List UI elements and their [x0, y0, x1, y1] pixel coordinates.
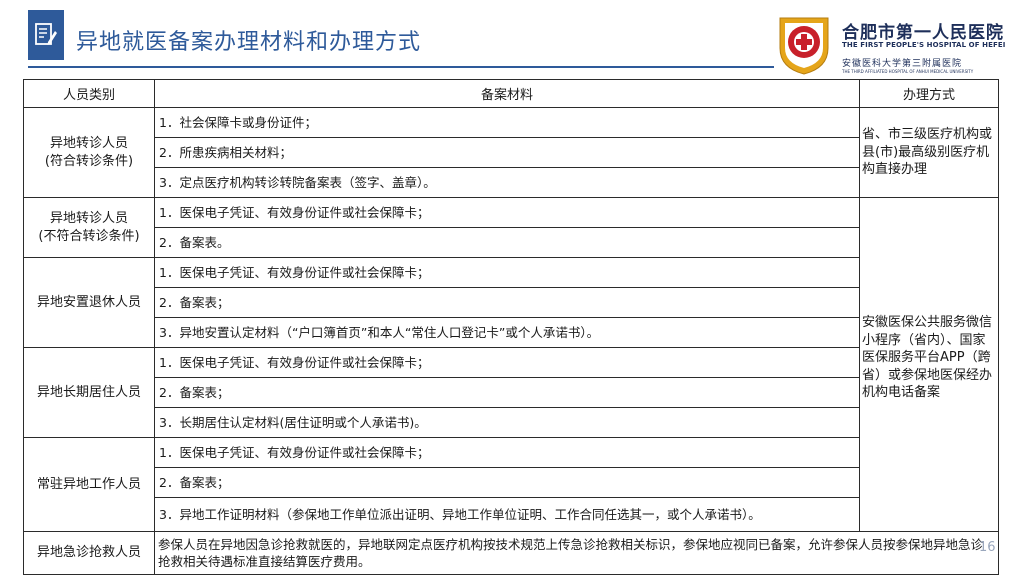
method-cell: 安徽医保公共服务微信小程序（省内）、国家医保服务平台APP（跨省）或参保地医保经…: [859, 197, 999, 532]
page-number: 16: [979, 540, 996, 555]
column-header: 备案材料: [154, 79, 860, 108]
material-cell: 1．医保电子凭证、有效身份证件或社会保障卡；: [154, 347, 860, 378]
document-edit-icon: [28, 10, 64, 60]
hospital-name-cn: 合肥市第一人民医院: [842, 23, 1004, 43]
material-cell: 2．备案表；: [154, 467, 860, 498]
table-row: 异地长期居住人员 1．医保电子凭证、有效身份证件或社会保障卡；: [23, 347, 999, 438]
hospital-sub-cn: 安徽医科大学第三附属医院: [842, 59, 963, 69]
table-row: 常驻异地工作人员 1．医保电子凭证、有效身份证件或社会保障卡；: [23, 437, 999, 532]
category-line: 常驻异地工作人员: [36, 476, 141, 492]
page-title: 异地就医备案办理材料和办理方式: [76, 30, 422, 55]
material-cell: 3．异地工作证明材料（参保地工作单位派出证明、异地工作单位证明、工作合同任选其一…: [154, 497, 860, 532]
table-row: 2．备案表；: [24, 467, 999, 498]
table-row: 2．所患疾病相关材料；: [24, 137, 999, 168]
category-cell: 异地长期居住人员: [23, 347, 155, 438]
material-cell: 2．备案表；: [154, 287, 860, 318]
table-row: 异地转诊人员 (不符合转诊条件) 1．医保电子凭证、有效身份证件或社会保障卡； …: [23, 197, 999, 532]
category-line: 异地转诊人员: [49, 210, 128, 226]
table-row: 异地急诊抢救人员 参保人员在异地因急诊抢救就医的，异地联网定点医疗机构按技术规范…: [23, 531, 999, 575]
material-cell: 1．医保电子凭证、有效身份证件或社会保障卡；: [154, 197, 860, 228]
material-cell: 2．备案表；: [154, 377, 860, 408]
material-cell: 3．长期居住认定材料(居住证明或个人承诺书)。: [154, 407, 860, 438]
table-header-row: 人员类别 备案材料 办理方式: [23, 79, 999, 108]
material-cell: 2．所患疾病相关材料；: [154, 137, 860, 168]
title-divider: [28, 66, 774, 68]
category-cell: 常驻异地工作人员: [23, 437, 155, 532]
hospital-sub-en: THE THIRD AFFILIATED HOSPITAL OF ANHUI M…: [842, 69, 974, 74]
table-row: 2．备案表；: [24, 287, 999, 318]
filing-materials-table: 人员类别 备案材料 办理方式 异地转诊人员 (符合转诊条件) 1．社会保障卡或身…: [23, 79, 999, 575]
emergency-text-cell: 参保人员在异地因急诊抢救就医的，异地联网定点医疗机构按技术规范上传急诊抢救相关标…: [154, 531, 999, 575]
table-row: 3．长期居住认定材料(居住证明或个人承诺书)。: [24, 407, 999, 438]
slide-header: 异地就医备案办理材料和办理方式 合肥市第一人民医院 THE FIRST PEOP…: [0, 0, 1020, 78]
column-header: 办理方式: [859, 79, 999, 108]
category-line: (符合转诊条件): [44, 153, 134, 169]
category-line: 异地安置退休人员: [36, 294, 141, 310]
hospital-name-en: THE FIRST PEOPLE'S HOSPITAL OF HEFEI: [842, 41, 1006, 49]
material-cell: 3．定点医疗机构转诊转院备案表（签字、盖章）。: [154, 167, 860, 198]
method-cell: 省、市三级医疗机构或县(市)最高级别医疗机构直接办理: [859, 107, 999, 198]
table-row: 3．异地工作证明材料（参保地工作单位派出证明、异地工作单位证明、工作合同任选其一…: [24, 497, 999, 532]
table-row: 3．异地安置认定材料（“户口簿首页”和本人“常住人口登记卡”或个人承诺书）。: [24, 317, 999, 348]
material-cell: 2．备案表。: [154, 227, 860, 258]
table-row: 异地安置退休人员 1．医保电子凭证、有效身份证件或社会保障卡；: [23, 257, 999, 348]
material-cell: 1．医保电子凭证、有效身份证件或社会保障卡；: [154, 437, 860, 468]
category-cell: 异地转诊人员 (不符合转诊条件): [23, 197, 155, 258]
material-cell: 1．社会保障卡或身份证件；: [154, 107, 860, 138]
category-cell: 异地安置退休人员: [23, 257, 155, 348]
category-cell: 异地转诊人员 (符合转诊条件): [23, 107, 155, 198]
table-row: 异地转诊人员 (符合转诊条件) 1．社会保障卡或身份证件； 省、市三级医疗机构或…: [23, 107, 999, 198]
material-cell: 3．异地安置认定材料（“户口簿首页”和本人“常住人口登记卡”或个人承诺书）。: [154, 317, 860, 348]
category-line: 异地转诊人员: [49, 135, 128, 151]
table-row: 2．备案表；: [24, 377, 999, 408]
table-row: 2．备案表。: [24, 227, 999, 258]
category-line: 异地长期居住人员: [36, 384, 141, 400]
material-cell: 1．医保电子凭证、有效身份证件或社会保障卡；: [154, 257, 860, 288]
table-row: 3．定点医疗机构转诊转院备案表（签字、盖章）。: [24, 167, 999, 198]
column-header: 人员类别: [23, 79, 155, 108]
category-cell: 异地急诊抢救人员: [23, 531, 155, 575]
hospital-logo: [779, 17, 829, 75]
category-line: (不符合转诊条件): [38, 228, 140, 244]
